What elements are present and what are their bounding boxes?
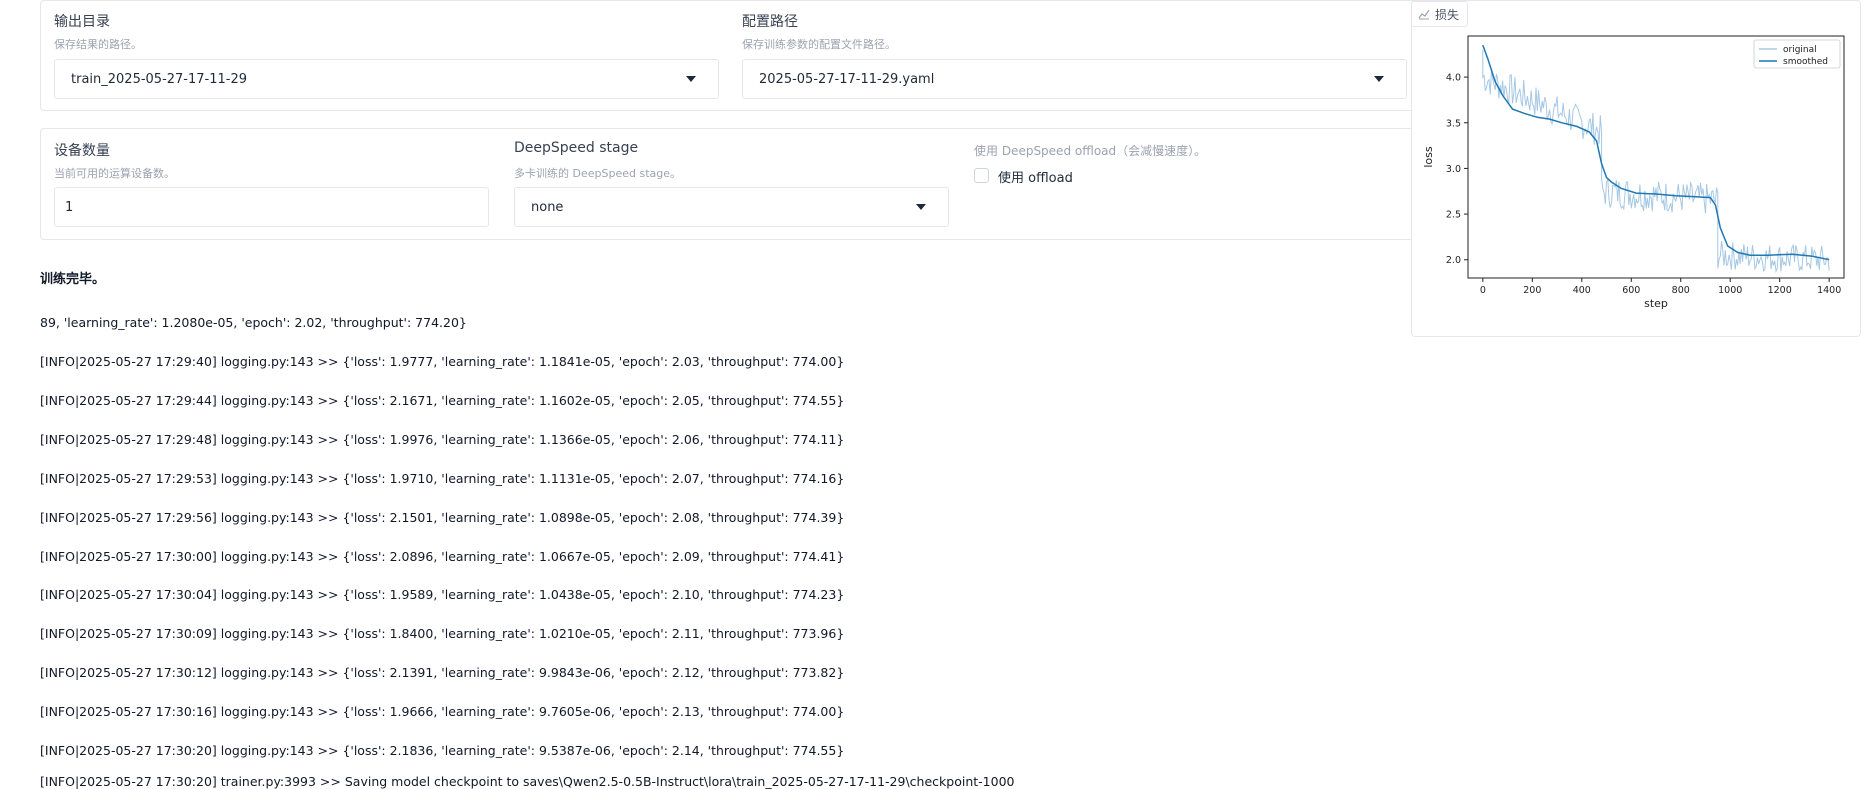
ds-stage-dropdown[interactable]: none [514, 187, 949, 227]
ds-stage-value: none [531, 199, 564, 215]
output-dir-label: 输出目录 [54, 14, 110, 30]
config-path-label: 配置路径 [742, 14, 798, 30]
log-line: [INFO|2025-05-27 17:30:20] logging.py:14… [40, 743, 845, 758]
training-status: 训练完毕。 [40, 272, 106, 287]
output-dir-dropdown[interactable]: train_2025-05-27-17-11-29 [54, 59, 719, 99]
log-line: [INFO|2025-05-27 17:29:56] logging.py:14… [40, 510, 845, 525]
output-dir-value: train_2025-05-27-17-11-29 [71, 71, 248, 87]
ds-stage-label: DeepSpeed stage [514, 140, 639, 156]
chevron-down-icon [686, 76, 696, 82]
y-tick-label: 3.5 [1446, 118, 1461, 129]
device-count-label: 设备数量 [54, 143, 110, 159]
config-path-dropdown[interactable]: 2025-05-27-17-11-29.yaml [742, 59, 1407, 99]
log-line: [INFO|2025-05-27 17:30:12] logging.py:14… [40, 665, 845, 680]
device-count-hint: 当前可用的运算设备数。 [54, 167, 175, 180]
y-axis-label: loss [1422, 146, 1435, 168]
ds-offload-hint: 使用 DeepSpeed offload（会减慢速度）。 [974, 144, 1207, 158]
y-tick-label: 3.0 [1446, 164, 1461, 175]
loss-chart: 0 200 400 600 800 1000 1200 1400 2.0 2.5 3.0 3.5 4.0… [1422, 35, 1845, 310]
plot-area [1467, 35, 1845, 279]
device-count-input[interactable]: 1 [54, 187, 489, 227]
x-tick-label: 800 [1672, 285, 1690, 296]
log-line: [INFO|2025-05-27 17:30:09] logging.py:14… [40, 626, 845, 641]
legend-label: original [1783, 45, 1817, 55]
plot-tab-loss[interactable]: 损失 [1411, 1, 1469, 27]
x-tick-label: 200 [1523, 285, 1541, 296]
x-tick-label: 0 [1480, 285, 1486, 296]
x-tick-label: 1200 [1768, 285, 1792, 296]
x-axis-label: step [1644, 297, 1668, 310]
log-line: [INFO|2025-05-27 17:29:44] logging.py:14… [40, 393, 845, 408]
x-tick-label: 1000 [1718, 285, 1742, 296]
y-tick-label: 4.0 [1446, 73, 1461, 84]
ds-offload-label[interactable]: 使用 offload [998, 167, 1073, 186]
y-tick-label: 2.5 [1446, 210, 1461, 221]
chevron-down-icon [1374, 76, 1384, 82]
x-tick-label: 1400 [1817, 285, 1841, 296]
log-line: [INFO|2025-05-27 17:29:40] logging.py:14… [40, 354, 845, 369]
config-path-value: 2025-05-27-17-11-29.yaml [759, 71, 935, 87]
log-line: [INFO|2025-05-27 17:30:00] logging.py:14… [40, 549, 845, 564]
y-tick-label: 2.0 [1446, 255, 1461, 266]
legend-label: smoothed [1783, 57, 1828, 67]
legend: original smoothed [1753, 39, 1841, 69]
log-line: [INFO|2025-05-27 17:29:53] logging.py:14… [40, 471, 845, 486]
x-tick-label: 400 [1573, 285, 1591, 296]
output-dir-hint: 保存结果的路径。 [54, 38, 142, 51]
log-line: [INFO|2025-05-27 17:29:48] logging.py:14… [40, 432, 845, 447]
chevron-down-icon [916, 204, 926, 210]
log-line: [INFO|2025-05-27 17:30:04] logging.py:14… [40, 587, 845, 602]
ds-stage-hint: 多卡训练的 DeepSpeed stage。 [514, 167, 681, 180]
config-path-hint: 保存训练参数的配置文件路径。 [742, 38, 896, 51]
log-line: [INFO|2025-05-27 17:30:20] trainer.py:39… [40, 774, 1015, 789]
line-chart-icon [1418, 9, 1430, 20]
x-tick-label: 600 [1622, 285, 1640, 296]
plot-tab-label: 损失 [1435, 7, 1460, 22]
device-count-value: 1 [65, 199, 74, 215]
ds-offload-checkbox[interactable] [974, 168, 989, 183]
log-line: [INFO|2025-05-27 17:30:16] logging.py:14… [40, 704, 845, 719]
log-line: 89, 'learning_rate': 1.2080e-05, 'epoch'… [40, 315, 467, 330]
